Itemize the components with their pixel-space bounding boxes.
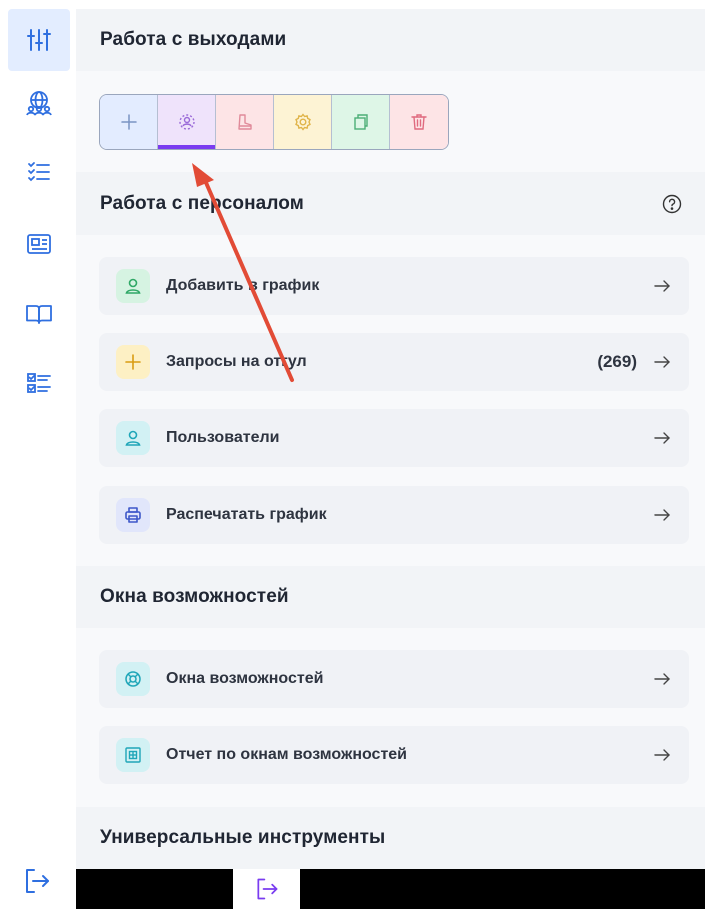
toolbar-day-off-button[interactable] [216,95,274,149]
row-print-schedule[interactable]: Распечатать график [99,486,689,544]
lifebuoy-icon [125,671,141,687]
app-window: Работа с выходами Работа с персоналом До… [0,0,705,909]
book-icon [26,305,52,324]
arrow-right-icon [654,356,670,368]
row-opportunity-windows[interactable]: Окна возможностей [99,650,689,708]
section-header-staff: Работа с персоналом [76,172,705,235]
main-content: Работа с выходами Работа с персоналом До… [76,0,705,909]
section-title-staff: Работа с персоналом [100,192,304,214]
toolbar-assign-staff-button[interactable] [158,95,216,149]
report-icon [125,747,141,763]
row-users[interactable]: Пользователи [99,409,689,467]
toolbar-delete-button[interactable] [390,95,448,149]
row-label: Добавить в график [166,277,320,294]
section-header-tools: Универсальные инструменты [76,807,705,869]
section-title-opportunities: Окна возможностей [100,586,289,607]
toolbar-settings-button[interactable] [274,95,332,149]
toolbar-copy-button[interactable] [332,95,390,149]
trash-icon [411,114,427,130]
help-circle-icon[interactable] [661,193,683,215]
user-icon [125,430,141,446]
row-icon-box [116,498,150,532]
sidebar-item-teams[interactable] [8,72,70,134]
arrow-right-icon [654,509,670,521]
section-title-tools: Универсальные инструменты [100,827,386,848]
row-add-to-schedule[interactable]: Добавить в график [99,257,689,315]
sidebar-item-knowledge[interactable] [8,283,70,345]
plus-icon [120,114,137,130]
row-label: Пользователи [166,429,280,446]
row-icon-box [116,662,150,696]
arrow-right-icon [654,749,670,761]
section-header-shifts: Работа с выходами [76,9,705,71]
printer-icon [125,507,141,523]
user-search-icon [178,114,195,130]
sidebar [0,0,76,909]
row-icon-box [116,269,150,303]
checklist-icon [28,162,50,182]
sidebar-item-checklists[interactable] [8,352,70,414]
row-label: Распечатать график [166,506,327,523]
boot-icon [237,114,252,130]
row-icon-box [116,345,150,379]
row-label: Окна возможностей [166,670,324,687]
row-opportunity-report[interactable]: Отчет по окнам возможностей [99,726,689,784]
gear-icon [294,113,311,131]
id-card-icon [27,234,51,254]
section-title-shifts: Работа с выходами [100,29,287,50]
sidebar-item-settings[interactable] [8,9,70,71]
copy-icon [353,114,368,130]
sliders-icon [27,29,51,51]
arrow-right-icon [654,280,670,292]
plus-icon [125,354,141,370]
logout-icon[interactable] [22,866,52,896]
checkbox-list-icon [27,373,51,393]
user-icon [125,278,141,294]
toolbar-add-button[interactable] [100,95,158,149]
sidebar-item-profile[interactable] [8,213,70,275]
bottom-bar [76,869,705,909]
request-count-badge: (269) [597,352,637,371]
row-time-off-requests[interactable]: Запросы на отгул (269) [99,333,689,391]
row-label: Запросы на отгул [166,353,307,370]
row-icon-box [116,738,150,772]
arrow-right-icon [654,432,670,444]
people-globe-icon [26,91,52,116]
logout-icon [256,878,277,900]
row-label: Отчет по окнам возможностей [166,746,408,763]
bottom-logout-button[interactable] [233,869,300,909]
arrow-right-icon [654,673,670,685]
row-icon-box [116,421,150,455]
sidebar-item-tasks[interactable] [8,141,70,203]
shift-toolbar [99,94,449,150]
section-header-opportunities: Окна возможностей [76,566,705,628]
